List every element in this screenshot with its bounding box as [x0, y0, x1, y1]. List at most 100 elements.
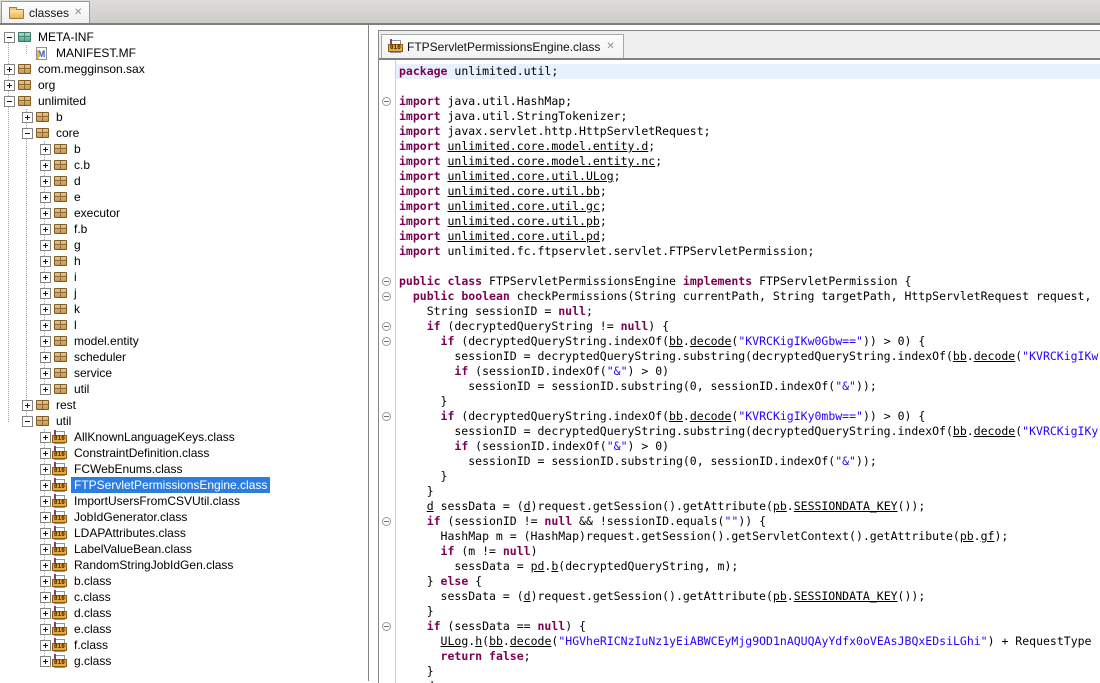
expand-plus-icon[interactable] — [40, 368, 51, 379]
expand-plus-icon[interactable] — [40, 336, 51, 347]
expand-plus-icon[interactable] — [40, 656, 51, 667]
tree-item[interactable]: org — [0, 77, 368, 93]
tree-item[interactable]: ConstraintDefinition.class — [0, 445, 368, 461]
expand-plus-icon[interactable] — [40, 320, 51, 331]
tree-item[interactable]: AllKnownLanguageKeys.class — [0, 429, 368, 445]
expand-plus-icon[interactable] — [40, 176, 51, 187]
expand-plus-icon[interactable] — [22, 112, 33, 123]
expand-plus-icon[interactable] — [40, 592, 51, 603]
tree-item[interactable]: scheduler — [0, 349, 368, 365]
fold-collapse-icon[interactable] — [382, 97, 391, 106]
tree-item[interactable]: util — [0, 381, 368, 397]
code-editor[interactable]: package unlimited.util;import java.util.… — [379, 60, 1100, 683]
tree-item[interactable]: unlimited — [0, 93, 368, 109]
expand-plus-icon[interactable] — [40, 608, 51, 619]
tree-item[interactable]: j — [0, 285, 368, 301]
tree-item[interactable]: k — [0, 301, 368, 317]
tree-item[interactable]: c.class — [0, 589, 368, 605]
expand-plus-icon[interactable] — [4, 80, 15, 91]
tree-item[interactable]: b — [0, 109, 368, 125]
expand-plus-icon[interactable] — [40, 640, 51, 651]
expand-plus-icon[interactable] — [40, 464, 51, 475]
expand-plus-icon[interactable] — [40, 208, 51, 219]
tree-item[interactable]: l — [0, 317, 368, 333]
expand-plus-icon[interactable] — [40, 560, 51, 571]
tree-item[interactable]: g.class — [0, 653, 368, 669]
expand-plus-icon[interactable] — [40, 272, 51, 283]
tree-item[interactable]: ImportUsersFromCSVUtil.class — [0, 493, 368, 509]
collapse-minus-icon[interactable] — [22, 128, 33, 139]
fold-collapse-icon[interactable] — [382, 412, 391, 421]
expand-plus-icon[interactable] — [40, 496, 51, 507]
expand-plus-icon[interactable] — [40, 624, 51, 635]
code-line: import java.util.StringTokenizer; — [399, 109, 1100, 124]
tree-item[interactable]: LDAPAttributes.class — [0, 525, 368, 541]
tree-item[interactable]: b — [0, 141, 368, 157]
expand-plus-icon[interactable] — [40, 288, 51, 299]
fold-collapse-icon[interactable] — [382, 517, 391, 526]
expand-plus-icon[interactable] — [40, 384, 51, 395]
collapse-minus-icon[interactable] — [4, 96, 15, 107]
tree-item[interactable]: i — [0, 269, 368, 285]
fold-collapse-icon[interactable] — [382, 277, 391, 286]
tree-item[interactable]: g — [0, 237, 368, 253]
fold-collapse-icon[interactable] — [382, 622, 391, 631]
tree-item[interactable]: b.class — [0, 573, 368, 589]
expand-plus-icon[interactable] — [40, 144, 51, 155]
tree-item[interactable]: META-INF — [0, 29, 368, 45]
tree-item[interactable]: d — [0, 173, 368, 189]
fold-collapse-icon[interactable] — [382, 322, 391, 331]
expand-plus-icon[interactable] — [40, 480, 51, 491]
tree-item[interactable]: f.class — [0, 637, 368, 653]
tree-item[interactable]: model.entity — [0, 333, 368, 349]
tree-item[interactable]: f.b — [0, 221, 368, 237]
expand-plus-icon[interactable] — [4, 64, 15, 75]
expand-plus-icon[interactable] — [40, 160, 51, 171]
expand-plus-icon[interactable] — [40, 256, 51, 267]
tree-item[interactable]: executor — [0, 205, 368, 221]
expand-plus-icon[interactable] — [40, 512, 51, 523]
close-icon[interactable]: ✕ — [606, 42, 614, 52]
package-icon — [36, 400, 49, 410]
tab-classes[interactable]: classes ✕ — [1, 1, 90, 23]
tree-item[interactable]: service — [0, 365, 368, 381]
tree-item[interactable]: rest — [0, 397, 368, 413]
expand-plus-icon[interactable] — [40, 576, 51, 587]
expand-plus-icon[interactable] — [40, 352, 51, 363]
fold-collapse-icon[interactable] — [382, 292, 391, 301]
expand-plus-icon[interactable] — [40, 528, 51, 539]
tree-item[interactable]: e — [0, 189, 368, 205]
code-line: } else { — [399, 574, 1100, 589]
tree-item[interactable]: FTPServletPermissionsEngine.class — [0, 477, 368, 493]
tree-item[interactable]: FCWebEnums.class — [0, 461, 368, 477]
tree-item[interactable]: MANIFEST.MF — [0, 45, 368, 61]
expand-plus-icon[interactable] — [40, 192, 51, 203]
collapse-minus-icon[interactable] — [4, 32, 15, 43]
tree-item[interactable]: c.b — [0, 157, 368, 173]
expand-plus-icon[interactable] — [40, 448, 51, 459]
tree-item-label: RandomStringJobIdGen.class — [71, 557, 236, 573]
tree-item[interactable]: e.class — [0, 621, 368, 637]
tree-item[interactable]: LabelValueBean.class — [0, 541, 368, 557]
expand-plus-icon[interactable] — [40, 544, 51, 555]
fold-collapse-icon[interactable] — [382, 337, 391, 346]
tree-item[interactable]: core — [0, 125, 368, 141]
expand-plus-icon[interactable] — [40, 240, 51, 251]
expand-plus-icon[interactable] — [40, 304, 51, 315]
tree-guide-line — [26, 45, 27, 54]
editor-tab-class-file[interactable]: FTPServletPermissionsEngine.class ✕ — [381, 34, 624, 58]
close-icon[interactable]: ✕ — [74, 8, 82, 18]
code-area: package unlimited.util;import java.util.… — [396, 60, 1100, 683]
code-line: if (sessData == null) { — [399, 619, 1100, 634]
package-icon — [54, 320, 67, 330]
tree-item[interactable]: com.megginson.sax — [0, 61, 368, 77]
tree-item[interactable]: RandomStringJobIdGen.class — [0, 557, 368, 573]
expand-plus-icon[interactable] — [40, 432, 51, 443]
tree-item[interactable]: h — [0, 253, 368, 269]
tree-item[interactable]: JobIdGenerator.class — [0, 509, 368, 525]
expand-plus-icon[interactable] — [22, 400, 33, 411]
collapse-minus-icon[interactable] — [22, 416, 33, 427]
tree-item[interactable]: util — [0, 413, 368, 429]
tree-item[interactable]: d.class — [0, 605, 368, 621]
expand-plus-icon[interactable] — [40, 224, 51, 235]
